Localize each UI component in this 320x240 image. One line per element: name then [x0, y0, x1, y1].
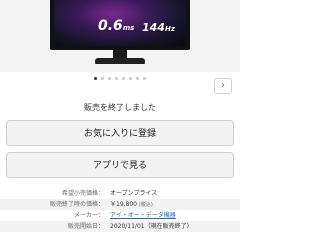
response-time-unit: ms — [122, 24, 135, 32]
sale-ended-status: 販売を終了しました — [84, 103, 156, 112]
refresh-rate-unit: Hz — [164, 25, 175, 33]
carousel-dot[interactable] — [108, 77, 111, 80]
spec-row-release-date: 販売開始日： 2020/11/01（現在販売終了） — [0, 221, 240, 232]
carousel-dot[interactable] — [122, 77, 125, 80]
spec-row-final-price: 販売終了時の価格： ￥19,800 (税込) — [0, 199, 240, 210]
carousel-dot[interactable] — [101, 77, 104, 80]
carousel-dot[interactable] — [94, 77, 97, 80]
response-time-value: 0.6 — [98, 18, 123, 34]
monitor-stand-base — [95, 58, 145, 64]
spec-label: 希望小売価格： — [61, 190, 104, 197]
view-in-app-button[interactable]: アプリで見る — [6, 152, 234, 178]
spec-label: 販売終了時の価格： — [49, 201, 104, 208]
carousel-next-button[interactable]: › — [214, 78, 232, 94]
add-to-favorites-button[interactable]: お気に入りに登録 — [6, 120, 234, 146]
spec-row-retail-price: 希望小売価格： オープンプライス — [0, 188, 240, 199]
refresh-rate-text: 144Hz — [142, 21, 175, 34]
spec-value: 2020/11/01（現在販売終了） — [110, 223, 193, 230]
product-image[interactable]: 0.6ms 144Hz — [0, 0, 240, 72]
response-time-text: 0.6ms — [98, 18, 134, 34]
maker-link[interactable]: アイ・オー・データ機器 — [110, 210, 176, 221]
carousel-indicator — [0, 77, 240, 80]
spec-label: メーカー： — [73, 212, 104, 219]
price-value: ￥19,800 — [110, 201, 137, 208]
spec-label: 販売開始日： — [67, 223, 104, 230]
carousel-dot[interactable] — [115, 77, 118, 80]
spec-row-maker: メーカー： アイ・オー・データ機器 — [0, 210, 240, 221]
refresh-rate-value: 144 — [142, 21, 165, 34]
carousel-dot[interactable] — [136, 77, 139, 80]
tax-included-note: (税込) — [138, 202, 153, 208]
product-spec-table: 希望小売価格： オープンプライス 販売終了時の価格： ￥19,800 (税込) … — [0, 188, 240, 232]
carousel-dot[interactable] — [143, 77, 146, 80]
monitor-image: 0.6ms 144Hz — [50, 0, 190, 50]
spec-value: オープンプライス — [110, 190, 158, 197]
chevron-right-icon: › — [221, 80, 225, 91]
carousel-dot[interactable] — [129, 77, 132, 80]
